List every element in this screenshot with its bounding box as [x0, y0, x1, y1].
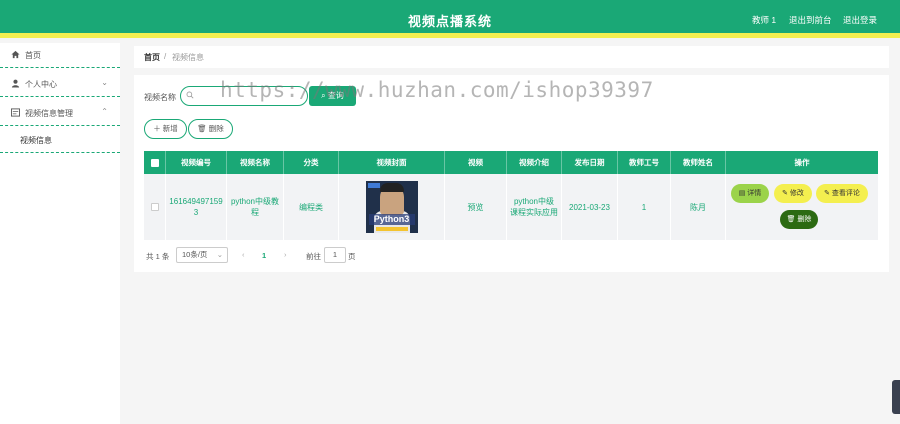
batch-delete-label: 删除 [208, 124, 224, 133]
col-teacher-name[interactable]: 教师姓名 [671, 151, 726, 174]
watermark-text: https://www.huzhan.com/ishop39397 [220, 78, 654, 102]
top-bar: 视频点播系统 教师 1 退出到前台 退出登录 [0, 0, 900, 38]
table-header: 视频编号 视频名称 分类 视频封面 视频 视频介绍 发布日期 教师工号 教师姓名… [144, 151, 878, 174]
sidebar-item-profile[interactable]: 个人中心 ⌄ [0, 72, 120, 97]
edit-icon: ✎ [782, 190, 790, 197]
sidebar-subitem-label: 视频信息 [20, 136, 52, 145]
current-page[interactable]: 1 [262, 251, 266, 260]
breadcrumb-home[interactable]: 首页 [144, 52, 160, 63]
floating-side-widget[interactable] [892, 380, 900, 414]
search-icon [186, 91, 194, 99]
row-checkbox[interactable] [150, 203, 159, 211]
prev-page-icon[interactable]: ‹ [242, 250, 245, 259]
video-cover-image[interactable]: Python3 [365, 181, 418, 233]
cover-badge [367, 183, 380, 188]
sidebar: 首页 个人中心 ⌄ 视频信息管理 ⌃ 视频信息 [0, 43, 120, 424]
video-preview-link[interactable]: 预览 [468, 202, 484, 213]
goto-label: 前往 [306, 252, 321, 261]
sidebar-item-label: 个人中心 [25, 80, 57, 89]
cover-hair [379, 183, 404, 192]
comment-icon: ✎ [824, 190, 832, 197]
row-select-cell [144, 174, 166, 240]
table-row: 1616494971593 python中级教程 编程类 Python3 预览 … [144, 174, 878, 240]
cell-video-code: 1616494971593 [166, 174, 227, 240]
col-video[interactable]: 视频 [445, 151, 507, 174]
cell-video: 预览 [445, 174, 507, 240]
list-icon [11, 108, 20, 117]
chevron-up-icon: ⌃ [101, 107, 108, 116]
view-comments-button[interactable]: ✎ 查看评论 [816, 184, 868, 203]
add-button[interactable]: ＋ 新增 [144, 119, 187, 139]
edit-button[interactable]: ✎ 修改 [774, 184, 812, 203]
pagination: 共 1 条 10条/页 ⌄ ‹ 1 › 前往 1 页 [144, 247, 544, 263]
search-label: 视频名称 [144, 93, 176, 102]
sidebar-item-home[interactable]: 首页 [0, 43, 120, 68]
home-icon [11, 50, 20, 59]
view-comments-label: 查看评论 [831, 190, 860, 197]
add-button-label: 新增 [162, 124, 178, 133]
sidebar-subitem-video-info[interactable]: 视频信息 [0, 128, 120, 153]
col-date[interactable]: 发布日期 [562, 151, 618, 174]
to-frontend-link[interactable]: 退出到前台 [789, 14, 832, 26]
edit-label: 修改 [789, 190, 804, 197]
detail-icon: ▤ [738, 190, 748, 197]
trash-icon: 🗑 [197, 124, 209, 133]
sidebar-item-video-management[interactable]: 视频信息管理 ⌃ [0, 101, 120, 126]
main-panel: 视频名称 ⌕ 查询 ＋ 新增 🗑 删除 视频编号 视频名称 分类 视频封面 视频… [134, 75, 889, 272]
plus-icon: ＋ [153, 124, 163, 133]
col-actions: 操作 [794, 158, 810, 167]
row-delete-button[interactable]: 🗑 删除 [780, 210, 818, 229]
pagination-total: 共 1 条 [146, 252, 170, 261]
page-size-select[interactable]: 10条/页 ⌄ [176, 247, 228, 263]
cell-category: 编程类 [284, 174, 339, 240]
sidebar-item-label: 视频信息管理 [25, 109, 73, 118]
cell-teacher-no: 1 [618, 174, 671, 240]
breadcrumb-separator: / [164, 52, 167, 61]
cover-title-text: Python3 [368, 214, 415, 225]
row-delete-label: 删除 [797, 216, 812, 223]
cell-intro: python中级课程实际应用 [507, 174, 562, 240]
col-category[interactable]: 分类 [284, 151, 339, 174]
trash-icon: 🗑 [786, 216, 798, 223]
user-icon [11, 79, 20, 88]
page-suffix: 页 [348, 252, 356, 261]
col-cover[interactable]: 视频封面 [339, 151, 445, 174]
batch-delete-button[interactable]: 🗑 删除 [188, 119, 233, 139]
logout-link[interactable]: 退出登录 [843, 14, 877, 26]
col-teacher-no[interactable]: 教师工号 [618, 151, 671, 174]
goto-page-input[interactable]: 1 [324, 247, 346, 263]
breadcrumb: 首页 / 视频信息 [134, 46, 889, 68]
cell-video-name: python中级教程 [227, 174, 284, 240]
cell-cover: Python3 [339, 174, 445, 240]
detail-button[interactable]: ▤ 详情 [731, 184, 769, 203]
col-video-code[interactable]: 视频编号 [166, 151, 227, 174]
goto-page-value: 1 [332, 250, 338, 259]
next-page-icon[interactable]: › [284, 250, 287, 259]
cell-teacher-name: 陈月 [671, 174, 726, 240]
detail-label: 详情 [747, 190, 762, 197]
cell-date: 2021-03-23 [562, 174, 618, 240]
col-video-name[interactable]: 视频名称 [227, 151, 284, 174]
select-all-checkbox[interactable] [150, 159, 159, 168]
breadcrumb-current: 视频信息 [172, 53, 204, 62]
chevron-down-icon: ⌄ [216, 250, 223, 259]
sidebar-item-label: 首页 [25, 51, 41, 60]
col-intro[interactable]: 视频介绍 [507, 151, 562, 174]
select-all-cell [144, 151, 166, 174]
page-size-value: 10条/页 [182, 250, 208, 259]
chevron-down-icon: ⌄ [101, 78, 108, 87]
current-user: 教师 1 [752, 15, 777, 25]
cover-ribbon [375, 227, 408, 231]
